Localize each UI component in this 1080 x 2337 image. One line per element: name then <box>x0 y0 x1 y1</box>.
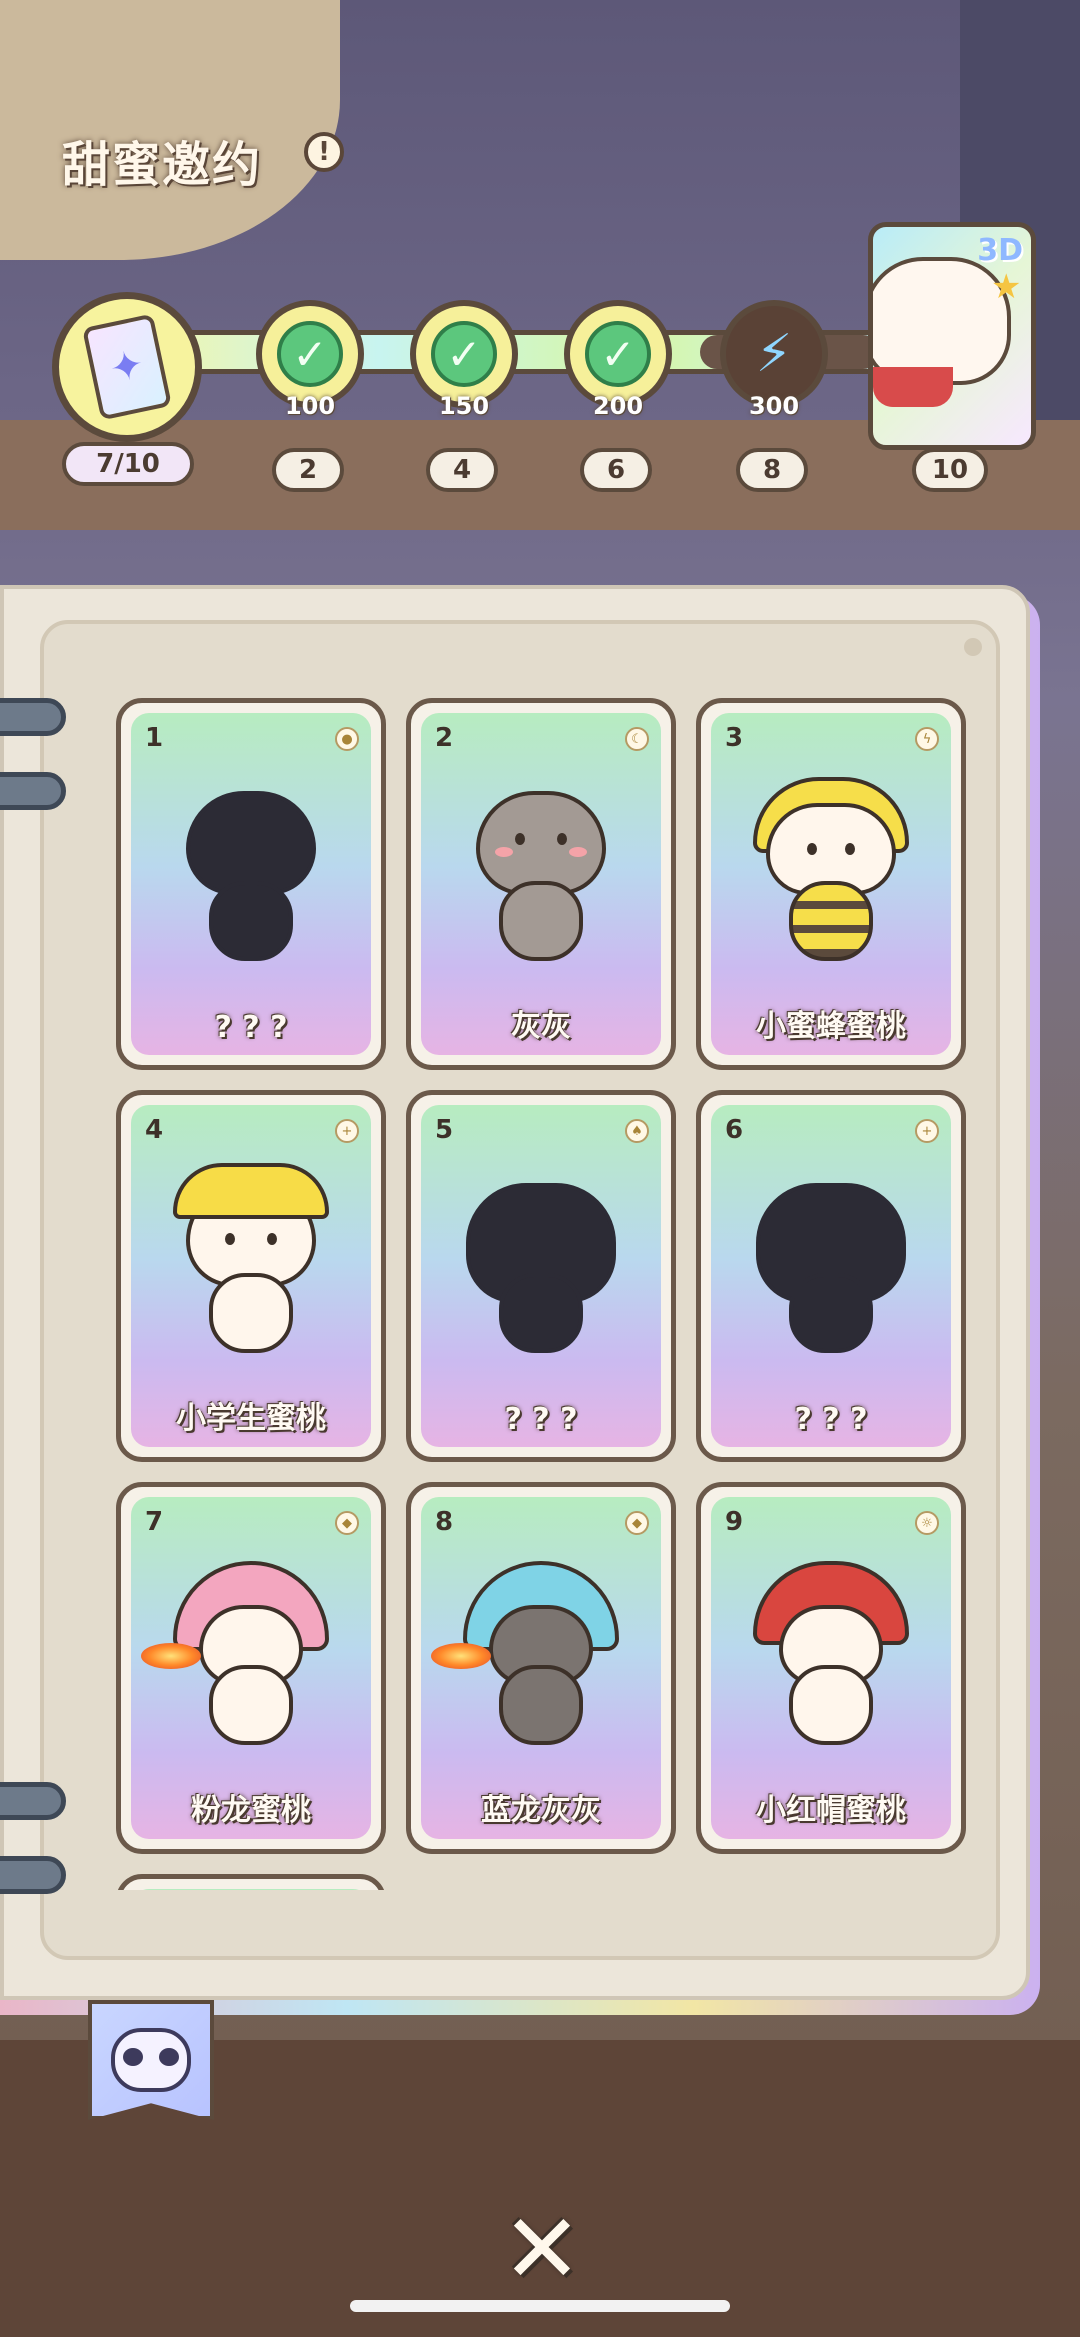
student-cat-character <box>173 1163 329 1363</box>
element-badge-icon: ● <box>335 727 359 751</box>
card-face: 3 ϟ 小蜜蜂蜜桃 <box>711 713 951 1055</box>
plus-badge-icon: + <box>915 1119 939 1143</box>
card-number: 1 <box>145 723 164 753</box>
milestone-pill: 6 <box>580 448 652 492</box>
card-pack-icon: ✦ <box>82 313 172 421</box>
reward-cape <box>873 367 953 407</box>
milestone-pill: 10 <box>912 448 988 492</box>
collection-card[interactable]: 1 ● ? ? ? <box>116 698 386 1070</box>
card-name: ? ? ? <box>504 1402 578 1437</box>
collection-card-partial[interactable] <box>116 1874 386 1890</box>
card-name: 粉龙蜜桃 <box>191 1793 311 1828</box>
lightning-badge-icon: ϟ <box>915 727 939 751</box>
card-number: 8 <box>435 1507 454 1537</box>
check-icon: ✓ <box>585 321 651 387</box>
card-face: 7 ◆ 粉龙蜜桃 <box>131 1497 371 1839</box>
card-number: 7 <box>145 1507 164 1537</box>
binder-ring <box>0 1856 66 1894</box>
gem-badge-icon: ◆ <box>625 1511 649 1535</box>
locked-silhouette <box>181 781 321 971</box>
card-face: 2 ☾ 灰灰 <box>421 713 661 1055</box>
card-number: 3 <box>725 723 744 753</box>
check-icon: ✓ <box>277 321 343 387</box>
blue-dragon-cat-character <box>431 1561 619 1755</box>
card-number: 5 <box>435 1115 454 1145</box>
collection-card[interactable]: 9 ☼ 小红帽蜜桃 <box>696 1482 966 1854</box>
home-indicator <box>350 2300 730 2312</box>
final-reward-card[interactable]: 3D ★ <box>868 222 1036 450</box>
leaf-badge-icon: ♠ <box>625 1119 649 1143</box>
card-name: 灰灰 <box>511 1009 571 1044</box>
reward-value: 300 <box>748 392 800 420</box>
page-title: 甜蜜邀约 <box>62 137 263 193</box>
binder-ring <box>0 1782 66 1820</box>
gem-badge-icon: ◆ <box>335 1511 359 1535</box>
lightning-icon: ⚡ <box>755 324 793 384</box>
card-number: 2 <box>435 723 454 753</box>
help-icon[interactable]: ! <box>304 132 344 172</box>
mask-icon <box>111 2028 191 2092</box>
milestone-pill: 4 <box>426 448 498 492</box>
collection-card[interactable]: 8 ◆ 蓝龙灰灰 <box>406 1482 676 1854</box>
pink-dragon-cat-character <box>141 1561 329 1755</box>
reward-value: 200 <box>592 392 644 420</box>
collection-card[interactable]: 7 ◆ 粉龙蜜桃 <box>116 1482 386 1854</box>
red-hood-cat-character <box>753 1561 909 1755</box>
card-number: 6 <box>725 1115 744 1145</box>
card-face: 9 ☼ 小红帽蜜桃 <box>711 1497 951 1839</box>
3d-badge: 3D <box>977 233 1023 268</box>
binder-ring <box>0 698 66 736</box>
collection-card[interactable]: 5 ♠ ? ? ? <box>406 1090 676 1462</box>
bee-cat-character <box>753 777 909 971</box>
fire-breath <box>141 1643 201 1669</box>
card-face: 6 + ? ? ? <box>711 1105 951 1447</box>
fire-breath <box>431 1643 491 1669</box>
card-face <box>131 1889 371 1890</box>
reward-value: 150 <box>438 392 490 420</box>
plus-badge-icon: + <box>335 1119 359 1143</box>
card-face: 5 ♠ ? ? ? <box>421 1105 661 1447</box>
card-grid: 1 ● ? ? ? 2 ☾ 灰灰 3 ϟ 小蜜蜂蜜桃 4 + 小学生蜜桃 5 ♠… <box>108 690 988 1890</box>
card-number: 9 <box>725 1507 744 1537</box>
progress-count-pill: 7/10 <box>62 442 194 486</box>
card-name: ? ? ? <box>214 1010 288 1045</box>
milestone-pill: 8 <box>736 448 808 492</box>
card-face: 1 ● ? ? ? <box>131 713 371 1055</box>
card-name: 小蜜蜂蜜桃 <box>756 1009 906 1044</box>
card-number: 4 <box>145 1115 164 1145</box>
card-name: 蓝龙灰灰 <box>481 1793 601 1828</box>
moon-badge-icon: ☾ <box>625 727 649 751</box>
locked-silhouette <box>756 1173 906 1363</box>
collection-card[interactable]: 6 + ? ? ? <box>696 1090 966 1462</box>
bookmark-tab[interactable] <box>88 2000 214 2120</box>
close-button[interactable]: ✕ <box>496 2193 588 2305</box>
binder-ring <box>0 772 66 810</box>
collection-card[interactable]: 2 ☾ 灰灰 <box>406 698 676 1070</box>
locked-silhouette <box>466 1173 616 1363</box>
card-face: 8 ◆ 蓝龙灰灰 <box>421 1497 661 1839</box>
collection-card[interactable]: 3 ϟ 小蜜蜂蜜桃 <box>696 698 966 1070</box>
star-wand-icon: ★ <box>991 267 1022 307</box>
gray-cat-character <box>471 781 611 971</box>
current-progress-node[interactable]: ✦ <box>52 292 202 442</box>
card-name: 小学生蜜桃 <box>176 1401 326 1436</box>
check-icon: ✓ <box>431 321 497 387</box>
collection-card[interactable]: 4 + 小学生蜜桃 <box>116 1090 386 1462</box>
card-name: ? ? ? <box>794 1402 868 1437</box>
sun-badge-icon: ☼ <box>915 1511 939 1535</box>
reward-value: 100 <box>284 392 336 420</box>
card-name: 小红帽蜜桃 <box>756 1793 906 1828</box>
card-face: 4 + 小学生蜜桃 <box>131 1105 371 1447</box>
reward-cat-illustration <box>873 257 1011 385</box>
milestone-pill: 2 <box>272 448 344 492</box>
